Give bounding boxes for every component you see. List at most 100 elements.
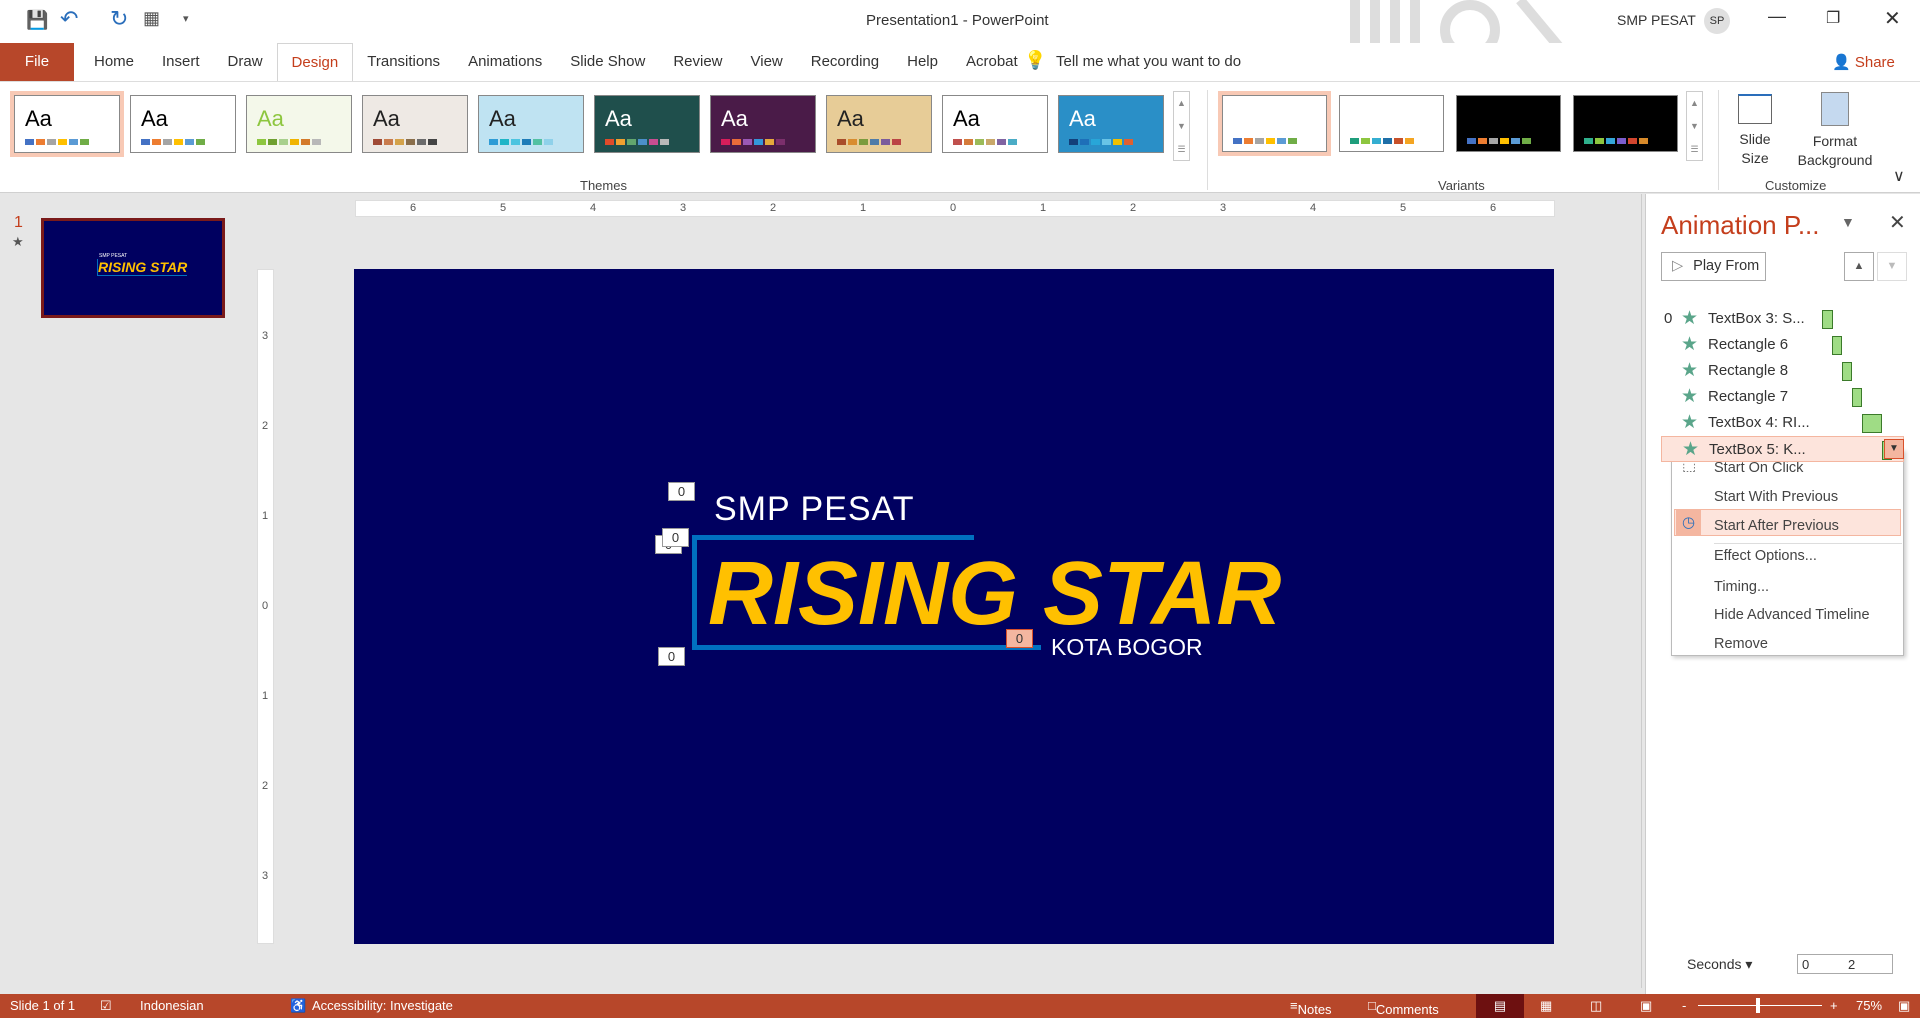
tab-review[interactable]: Review	[659, 43, 736, 81]
timeline-bar[interactable]	[1852, 388, 1862, 407]
close-button[interactable]: ✕	[1884, 6, 1901, 31]
variant-thumbnail-4[interactable]	[1573, 95, 1678, 152]
language[interactable]: Indonesian	[140, 998, 204, 1013]
textbox-rising-star[interactable]: RISING STAR	[708, 548, 1281, 640]
tab-recording[interactable]: Recording	[797, 43, 893, 81]
variants-scroll[interactable]: ▲ ▼ ☰	[1686, 91, 1703, 161]
zoom-slider-thumb[interactable]	[1756, 998, 1761, 1013]
slide-size-button[interactable]: Slide Size	[1735, 90, 1775, 170]
menu-item-effect-options[interactable]: Effect Options...	[1714, 548, 1817, 564]
minimize-button[interactable]: —	[1768, 6, 1786, 27]
tell-me-input[interactable]: Tell me what you want to do	[1056, 53, 1241, 70]
collapse-ribbon-icon[interactable]: ∨	[1893, 166, 1905, 186]
variant-thumbnail-2[interactable]	[1339, 95, 1444, 152]
zoom-in-button[interactable]: +	[1830, 998, 1838, 1013]
theme-thumbnail-1[interactable]: Aa	[10, 91, 124, 157]
variant-thumbnail-3[interactable]	[1456, 95, 1561, 152]
animation-tag-selected[interactable]: 0	[1006, 629, 1033, 648]
tab-animations[interactable]: Animations	[454, 43, 556, 81]
seconds-dropdown[interactable]: Seconds ▾	[1687, 956, 1752, 973]
animation-list-item[interactable]: ★ Rectangle 8	[1661, 358, 1904, 384]
share-button[interactable]: 👤 Share	[1832, 53, 1895, 71]
theme-thumbnail-4[interactable]: Aa	[362, 95, 468, 153]
save-icon[interactable]: 💾	[26, 10, 48, 31]
tab-draw[interactable]: Draw	[214, 43, 277, 81]
accessibility-status[interactable]: Accessibility: Investigate	[312, 998, 453, 1013]
menu-item-start-after-previous[interactable]: Start After Previous	[1714, 518, 1839, 534]
comments-button[interactable]: □ Comments	[1368, 998, 1439, 1017]
animation-tag[interactable]: 0	[658, 647, 685, 666]
rectangle-7[interactable]	[692, 645, 1041, 650]
animation-list-item[interactable]: ★ TextBox 5: K... ▼	[1661, 436, 1904, 462]
zoom-slider[interactable]	[1698, 998, 1822, 1013]
rectangle-6[interactable]	[692, 535, 974, 540]
animation-tag[interactable]: 0	[662, 528, 689, 547]
avatar[interactable]: SP	[1704, 8, 1730, 34]
menu-item-timing[interactable]: Timing...	[1714, 579, 1769, 595]
timeline-bar[interactable]	[1842, 362, 1852, 381]
reading-view-button[interactable]: ◫	[1590, 998, 1602, 1014]
textbox-kota-bogor[interactable]: KOTA BOGOR	[1051, 634, 1203, 661]
theme-thumbnail-3[interactable]: Aa	[246, 95, 352, 153]
menu-item-remove[interactable]: Remove	[1714, 636, 1768, 652]
tab-file[interactable]: File	[0, 43, 74, 81]
zoom-level[interactable]: 75%	[1856, 998, 1882, 1013]
theme-thumbnail-10[interactable]: Aa	[1058, 95, 1164, 153]
timeline-bar[interactable]	[1862, 414, 1882, 433]
theme-thumbnail-2[interactable]: Aa	[130, 95, 236, 153]
present-icon[interactable]: ▦	[143, 8, 160, 29]
themes-scroll[interactable]: ▲ ▼ ☰	[1173, 91, 1190, 161]
tab-transitions[interactable]: Transitions	[353, 43, 454, 81]
theme-thumbnail-6[interactable]: Aa	[594, 95, 700, 153]
zoom-out-button[interactable]: -	[1682, 998, 1686, 1013]
animation-list-item[interactable]: ★ Rectangle 6	[1661, 332, 1904, 358]
horizontal-ruler: 6 5 4 3 2 1 0 1 2 3 4 5 6	[355, 200, 1555, 217]
undo-icon[interactable]: ↶	[60, 6, 78, 32]
variant-thumbnail-1[interactable]	[1218, 91, 1331, 156]
tab-acrobat[interactable]: Acrobat	[952, 43, 1032, 81]
slide-thumbnail-1[interactable]: SMP PESAT RISING STAR	[41, 218, 225, 318]
move-down-button[interactable]: ▼	[1877, 252, 1907, 281]
normal-view-button[interactable]: ▤	[1476, 994, 1524, 1018]
close-pane-icon[interactable]: ✕	[1889, 210, 1906, 235]
slide-sorter-button[interactable]: ▦	[1540, 998, 1552, 1014]
design-ribbon: ▲ ▼ ☰ Themes ▲ ▼ ☰ Variants Slide Size Forma…	[0, 81, 1920, 193]
theme-thumbnail-7[interactable]: Aa	[710, 95, 816, 153]
tab-home[interactable]: Home	[80, 43, 148, 81]
theme-thumbnail-swatches	[605, 139, 669, 145]
notes-button[interactable]: ≡ Notes	[1290, 998, 1332, 1017]
item-dropdown-button[interactable]: ▼	[1884, 439, 1904, 459]
animation-list-item[interactable]: ★ TextBox 4: RI...	[1661, 410, 1904, 436]
animation-list-item[interactable]: 0 ★ TextBox 3: S...	[1661, 306, 1904, 332]
ruler-number: 4	[590, 202, 597, 214]
move-up-button[interactable]: ▲	[1844, 252, 1874, 281]
restore-button[interactable]: ❐	[1826, 8, 1840, 28]
play-from-button[interactable]: ▷ Play From	[1661, 252, 1766, 281]
textbox-smp-pesat[interactable]: SMP PESAT	[714, 490, 914, 529]
theme-thumbnail-8[interactable]: Aa	[826, 95, 932, 153]
redo-icon[interactable]: ↻	[110, 6, 128, 32]
variants-group-label: Variants	[1438, 178, 1485, 193]
timeline-scale[interactable]: 02	[1797, 954, 1893, 974]
timeline-bar[interactable]	[1822, 310, 1833, 329]
tab-insert[interactable]: Insert	[148, 43, 214, 81]
slideshow-button[interactable]: ▣	[1640, 998, 1652, 1014]
tab-slide-show[interactable]: Slide Show	[556, 43, 659, 81]
timeline-bar[interactable]	[1832, 336, 1842, 355]
menu-item-hide-advanced-timeline[interactable]: Hide Advanced Timeline	[1714, 607, 1870, 623]
customize-toolbar-icon[interactable]: ▾	[183, 12, 189, 25]
theme-thumbnail-5[interactable]: Aa	[478, 95, 584, 153]
menu-item-start-with-previous[interactable]: Start With Previous	[1714, 489, 1838, 505]
tab-help[interactable]: Help	[893, 43, 952, 81]
animation-tag[interactable]: 0	[668, 482, 695, 501]
animation-list-item[interactable]: ★ Rectangle 7	[1661, 384, 1904, 410]
accessibility-icon[interactable]: ♿	[290, 998, 306, 1014]
rectangle-8[interactable]	[692, 535, 697, 649]
tab-view[interactable]: View	[737, 43, 797, 81]
format-background-button[interactable]: Format Background	[1795, 90, 1875, 170]
pane-options-icon[interactable]: ▼	[1841, 214, 1855, 230]
tab-design[interactable]: Design	[276, 43, 354, 81]
theme-thumbnail-9[interactable]: Aa	[942, 95, 1048, 153]
fit-slide-button[interactable]: ▣	[1898, 998, 1910, 1014]
spellcheck-icon[interactable]: ☑	[100, 998, 112, 1014]
